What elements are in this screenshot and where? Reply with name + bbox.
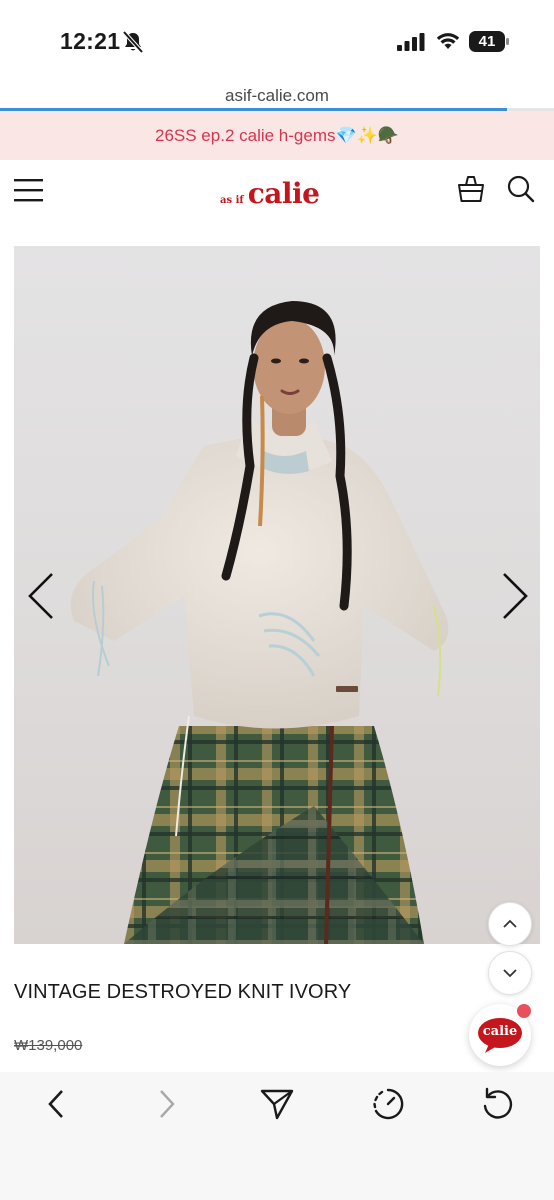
share-icon — [260, 1089, 294, 1120]
forward-icon — [160, 1090, 175, 1118]
battery-level: 41 — [478, 33, 496, 50]
status-time: 12:21 — [60, 28, 121, 54]
speed-dial-icon — [373, 1088, 404, 1120]
scroll-up-button[interactable] — [488, 902, 532, 946]
logo-prefix: as if — [220, 195, 244, 206]
refresh-button[interactable] — [478, 1084, 518, 1124]
share-button[interactable] — [257, 1084, 297, 1124]
bell-slash-icon — [122, 30, 144, 54]
notification-dot — [517, 1004, 531, 1018]
original-price: ₩139,000 — [14, 1037, 83, 1054]
scroll-down-icon — [503, 969, 517, 978]
wifi-icon — [436, 33, 460, 49]
chevron-left-icon[interactable] — [22, 566, 62, 626]
product-photo — [70, 301, 449, 944]
address-bar[interactable]: asif-calie.com — [0, 86, 554, 106]
chat-label: calie — [482, 1024, 518, 1039]
product-name: VINTAGE DESTROYED KNIT IVORY — [14, 981, 352, 1003]
scroll-down-button[interactable] — [488, 951, 532, 995]
logo-wordmark: calie — [247, 177, 320, 210]
chevron-right-icon[interactable] — [494, 566, 534, 626]
speed-dial-button[interactable] — [368, 1084, 408, 1124]
back-icon — [48, 1090, 63, 1118]
site-header: as if calie — [0, 160, 554, 222]
scroll-up-icon — [503, 919, 517, 928]
forward-button[interactable] — [147, 1084, 187, 1124]
promo-banner[interactable]: 26SS ep.2 calie h-gems💎✨🪖 — [0, 111, 554, 160]
product-image[interactable] — [14, 246, 540, 944]
status-bar: 12:21 41 — [0, 0, 554, 80]
refresh-icon — [483, 1087, 513, 1119]
back-button[interactable] — [36, 1084, 76, 1124]
cellular-signal-icon — [397, 33, 425, 51]
search-icon[interactable] — [506, 174, 536, 204]
brand-logo[interactable]: as if calie — [220, 170, 320, 210]
shopping-bag-icon[interactable] — [456, 174, 486, 204]
menu-icon[interactable] — [14, 178, 44, 202]
